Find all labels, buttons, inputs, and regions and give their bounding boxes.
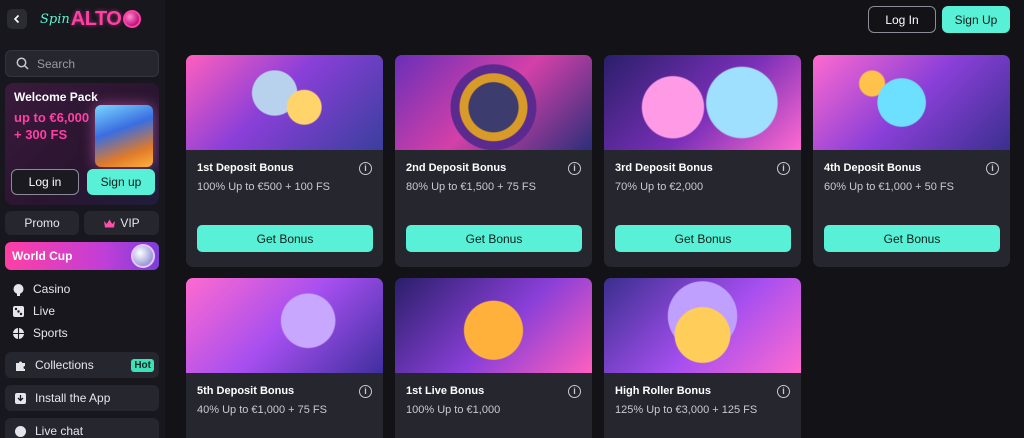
sidebar-item-live[interactable]: Live	[12, 302, 55, 320]
bonus-card-description: 100% Up to €500 + 100 FS	[197, 181, 331, 193]
bonus-card-description: 40% Up to €1,000 + 75 FS	[197, 404, 327, 416]
promo-button[interactable]: Promo	[5, 211, 79, 235]
info-icon[interactable]: i	[986, 162, 999, 175]
bonus-card-image	[186, 55, 383, 150]
bonus-card: 2nd Deposit Bonus i 80% Up to €1,500 + 7…	[395, 55, 592, 267]
collections-label: Collections	[35, 358, 94, 372]
sidebar-item-label: Live	[33, 304, 56, 318]
welcome-amount-line1: up to €6,000	[14, 110, 90, 125]
logo-alto-text: ALTO	[70, 7, 122, 30]
sports-ball-icon	[12, 327, 25, 340]
bonus-card-title: 1st Deposit Bonus	[197, 162, 294, 174]
bonus-card-description: 60% Up to €1,000 + 50 FS	[824, 181, 954, 193]
bonus-card-description: 125% Up to €3,000 + 125 FS	[615, 404, 758, 416]
welcome-amount-line2: + 300 FS	[14, 127, 68, 142]
welcome-pack-amount: up to €6,000 + 300 FS	[14, 109, 104, 143]
header-login-button[interactable]: Log In	[868, 6, 936, 33]
bonus-card: 1st Live Bonus i 100% Up to €1,000	[395, 278, 592, 438]
header-signup-button[interactable]: Sign Up	[942, 6, 1010, 33]
bonus-card-title: High Roller Bonus	[615, 385, 711, 397]
sidebar: Spin ALTO Search Welcome Pack up to €6,0…	[0, 0, 165, 438]
sidebar-item-sports[interactable]: Sports	[12, 324, 68, 342]
sidebar-item-label: Casino	[33, 282, 71, 296]
bonus-card-image	[604, 278, 801, 373]
live-chat-label: Live chat	[35, 424, 84, 438]
logo-spin-text: Spin	[40, 11, 70, 27]
casino-icon	[12, 283, 25, 296]
sidebar-item-live-chat[interactable]: Live chat	[5, 418, 159, 438]
bonus-card-image	[395, 278, 592, 373]
sidebar-item-label: Sports	[33, 326, 68, 340]
info-icon[interactable]: i	[568, 162, 581, 175]
dice-icon	[12, 305, 25, 318]
download-icon	[14, 392, 27, 405]
vip-label: VIP	[120, 216, 140, 230]
get-bonus-button[interactable]: Get Bonus	[615, 225, 791, 252]
crown-icon	[104, 219, 116, 227]
welcome-signup-button[interactable]: Sign up	[87, 169, 155, 195]
welcome-login-button[interactable]: Log in	[11, 169, 79, 195]
bonus-card: 1st Deposit Bonus i 100% Up to €500 + 10…	[186, 55, 383, 267]
bonus-card-image	[395, 55, 592, 150]
bonus-card-title: 4th Deposit Bonus	[824, 162, 922, 174]
bonus-card-description: 80% Up to €1,500 + 75 FS	[406, 181, 536, 193]
vip-button[interactable]: VIP	[84, 211, 159, 235]
info-icon[interactable]: i	[568, 385, 581, 398]
search-placeholder: Search	[37, 56, 76, 71]
logo[interactable]: Spin ALTO	[40, 5, 142, 33]
search-input[interactable]: Search	[5, 50, 159, 77]
chat-icon	[14, 425, 27, 438]
bonus-card-title: 2nd Deposit Bonus	[406, 162, 507, 174]
search-icon	[16, 57, 29, 70]
bonus-card-description: 100% Up to €1,000	[406, 404, 501, 416]
info-icon[interactable]: i	[359, 385, 372, 398]
bonus-card: 5th Deposit Bonus i 40% Up to €1,000 + 7…	[186, 278, 383, 438]
bonus-card-image	[186, 278, 383, 373]
bonus-card-title: 5th Deposit Bonus	[197, 385, 295, 397]
info-icon[interactable]: i	[359, 162, 372, 175]
get-bonus-button[interactable]: Get Bonus	[824, 225, 1000, 252]
sidebar-item-install-app[interactable]: Install the App	[5, 385, 159, 411]
welcome-pack-banner[interactable]: Welcome Pack up to €6,000 + 300 FS Log i…	[5, 83, 159, 205]
bonus-card-title: 1st Live Bonus	[406, 385, 485, 397]
world-cup-banner[interactable]: World Cup	[5, 242, 159, 270]
world-cup-label: World Cup	[12, 249, 73, 263]
bonus-card-description: 70% Up to €2,000	[615, 181, 704, 193]
collapse-sidebar-button[interactable]	[7, 9, 27, 29]
sidebar-item-collections[interactable]: Collections Hot	[5, 352, 159, 378]
info-icon[interactable]: i	[777, 385, 790, 398]
welcome-pack-title: Welcome Pack	[14, 90, 98, 104]
bonus-card-image	[604, 55, 801, 150]
install-app-label: Install the App	[35, 391, 111, 405]
bonus-card: 4th Deposit Bonus i 60% Up to €1,000 + 5…	[813, 55, 1010, 267]
get-bonus-button[interactable]: Get Bonus	[406, 225, 582, 252]
bonus-card-title: 3rd Deposit Bonus	[615, 162, 713, 174]
puzzle-icon	[14, 359, 27, 372]
bonus-card-image	[813, 55, 1010, 150]
soccer-ball-icon	[131, 244, 155, 268]
info-icon[interactable]: i	[777, 162, 790, 175]
sidebar-item-casino[interactable]: Casino	[12, 280, 70, 298]
logo-ball-icon	[123, 10, 142, 28]
hot-badge: Hot	[131, 359, 154, 372]
get-bonus-button[interactable]: Get Bonus	[197, 225, 373, 252]
welcome-pack-image	[95, 105, 153, 167]
bonus-card: High Roller Bonus i 125% Up to €3,000 + …	[604, 278, 801, 438]
bonus-card: 3rd Deposit Bonus i 70% Up to €2,000 Get…	[604, 55, 801, 267]
chevron-left-icon	[13, 14, 20, 24]
